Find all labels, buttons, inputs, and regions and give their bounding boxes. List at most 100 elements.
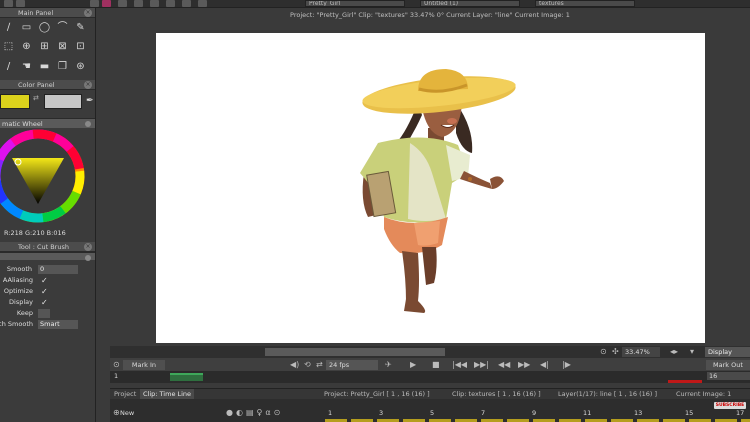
keep-checkbox[interactable]	[38, 309, 50, 318]
stop-icon[interactable]: ■	[432, 360, 440, 370]
end-frame[interactable]: 16	[707, 372, 750, 380]
current-frame-marker[interactable]	[170, 373, 203, 381]
play-icon[interactable]: ▶	[410, 360, 416, 370]
loop-icon[interactable]: ⟲	[304, 360, 311, 370]
canvas-info: Project: "Pretty_Girl" Clip: "textures" …	[290, 11, 570, 19]
eraser-tool-icon[interactable]: ✎	[74, 22, 87, 34]
last-frame-icon[interactable]: ▶▶|	[474, 360, 489, 370]
catch-smooth-select[interactable]: Smart	[38, 320, 78, 329]
options-icon[interactable]	[85, 255, 91, 261]
refresh-icon[interactable]	[198, 0, 207, 7]
navigator-icon[interactable]: ✣	[612, 347, 619, 357]
grid-tool-icon[interactable]: ⊞	[38, 41, 51, 53]
options-icon[interactable]	[85, 121, 91, 127]
color-swatches: ⇄ ✒	[0, 90, 95, 118]
fit-icon[interactable]: ◂▸	[670, 347, 678, 357]
stack-icon[interactable]	[118, 0, 127, 7]
timeline-info-bar: Project Clip: Time Line Project: Pretty_…	[110, 388, 750, 400]
close-icon[interactable]: ×	[84, 9, 92, 17]
save-icon[interactable]	[16, 0, 25, 7]
zoom-icon[interactable]	[182, 0, 191, 7]
first-frame-icon[interactable]: |◀◀	[452, 360, 467, 370]
prev-frame-icon[interactable]: ◀◀	[498, 360, 510, 370]
aaliasing-checkbox[interactable]: ✓	[41, 275, 48, 286]
tool-panel-subbar	[0, 252, 95, 261]
timeline-ruler[interactable]	[110, 371, 750, 383]
project-dropdown[interactable]: Pretty_Girl	[305, 0, 405, 7]
prop-optimize: Optimize ✓	[3, 286, 48, 297]
prop-catch-smooth: ch Smooth Smart	[0, 319, 95, 330]
rgb-readout: R:218 G:210 B:016	[4, 229, 66, 237]
smooth-value[interactable]: 0	[38, 265, 78, 274]
rectangle-tool-icon[interactable]: ▭	[20, 22, 33, 34]
audio-icon[interactable]: ✈	[385, 360, 392, 370]
frame-number: 13	[634, 409, 643, 417]
bounce-icon[interactable]: ⇄	[316, 360, 323, 370]
end-marker[interactable]	[668, 380, 702, 383]
color-wheel-tab[interactable]: matic Wheel	[0, 118, 95, 128]
pen-icon[interactable]	[150, 0, 159, 7]
timeline-settings-icon[interactable]: ⊙	[113, 360, 120, 370]
main-panel-title: Main Panel ×	[0, 8, 95, 18]
next-frame-icon[interactable]: ▶▶	[518, 360, 530, 370]
layers-icon[interactable]	[90, 0, 99, 7]
mark-out-button[interactable]: Mark Out	[706, 360, 750, 370]
color-wheel-graphic[interactable]	[0, 128, 96, 228]
secondary-color-swatch[interactable]	[44, 94, 82, 109]
frame-number: 9	[532, 409, 537, 417]
scrollbar-thumb[interactable]	[265, 348, 445, 356]
prop-keep: Keep	[0, 308, 95, 319]
clip-dropdown[interactable]: textures	[535, 0, 635, 7]
rotate-icon[interactable]: ⊙	[600, 347, 607, 357]
menu-icon[interactable]: ▾	[690, 347, 694, 357]
character-illustration	[360, 69, 516, 313]
tool-grid: ∕ ▭ ◯ ⌒ ✎ ⬚ ⊕ ⊞ ⊠ ⊡ / ☚ ▬ ❐ ⊛	[0, 18, 95, 80]
display-checkbox[interactable]: ✓	[41, 297, 48, 308]
frame-number: 11	[583, 409, 592, 417]
frame-number: 5	[430, 409, 435, 417]
zoom-level[interactable]: 33.47%	[622, 347, 660, 357]
frame-number: 17	[736, 409, 745, 417]
close-icon[interactable]: ×	[84, 81, 92, 89]
tool-icon[interactable]	[166, 0, 175, 7]
transform-tool-icon[interactable]: ⊠	[56, 41, 69, 53]
new-track-icon[interactable]: ⊕	[113, 408, 120, 418]
grid-icon[interactable]	[134, 0, 143, 7]
hand-tool-icon[interactable]: ⊡	[74, 41, 87, 53]
volume-icon[interactable]: ◀)	[290, 360, 299, 370]
color-icon[interactable]	[102, 0, 111, 7]
track-tool-icons[interactable]: ●◐▤♀α⊙	[226, 408, 283, 417]
hand-icon[interactable]: ☚	[20, 61, 33, 73]
prop-display: Display ✓	[9, 297, 48, 308]
magnify-tool-icon[interactable]: ⊕	[20, 41, 33, 53]
frame-number: 7	[481, 409, 486, 417]
settings-tool-icon[interactable]: ⊛	[74, 61, 87, 73]
eyedropper-icon[interactable]: ✒	[86, 96, 94, 106]
frame-number: 3	[379, 409, 384, 417]
copy-tool-icon[interactable]: ❐	[56, 61, 69, 73]
mark-in-button[interactable]: Mark In	[123, 360, 165, 370]
color-wheel[interactable]	[0, 128, 95, 228]
swap-colors-icon[interactable]: ⇄	[33, 94, 39, 102]
close-icon[interactable]: ×	[84, 243, 92, 251]
window-dropdown[interactable]: Untitled (1)	[420, 0, 520, 7]
timeline-controls	[110, 358, 750, 371]
curve-tool-icon[interactable]: ⌒	[56, 22, 69, 34]
lasso-tool-icon[interactable]: ◯	[38, 22, 51, 34]
select-tool-icon[interactable]: ⬚	[2, 41, 15, 53]
line-tool-icon[interactable]: ∕	[2, 22, 15, 34]
new-file-icon[interactable]	[4, 0, 13, 7]
display-button[interactable]: Display	[705, 347, 750, 357]
fps-select[interactable]: 24 fps	[326, 360, 378, 370]
fill-tool-icon[interactable]: ▬	[38, 61, 51, 73]
optimize-checkbox[interactable]: ✓	[41, 286, 48, 297]
frame-number: 15	[685, 409, 694, 417]
frame-number: 1	[328, 409, 333, 417]
brush-tool-icon[interactable]: /	[2, 61, 15, 73]
start-frame: 1	[114, 372, 119, 380]
next-key-icon[interactable]: |▶	[562, 360, 571, 370]
primary-color-swatch[interactable]	[0, 94, 30, 109]
drawing-canvas[interactable]	[156, 33, 705, 343]
prev-key-icon[interactable]: ◀|	[540, 360, 549, 370]
track-name[interactable]: New	[120, 409, 134, 417]
